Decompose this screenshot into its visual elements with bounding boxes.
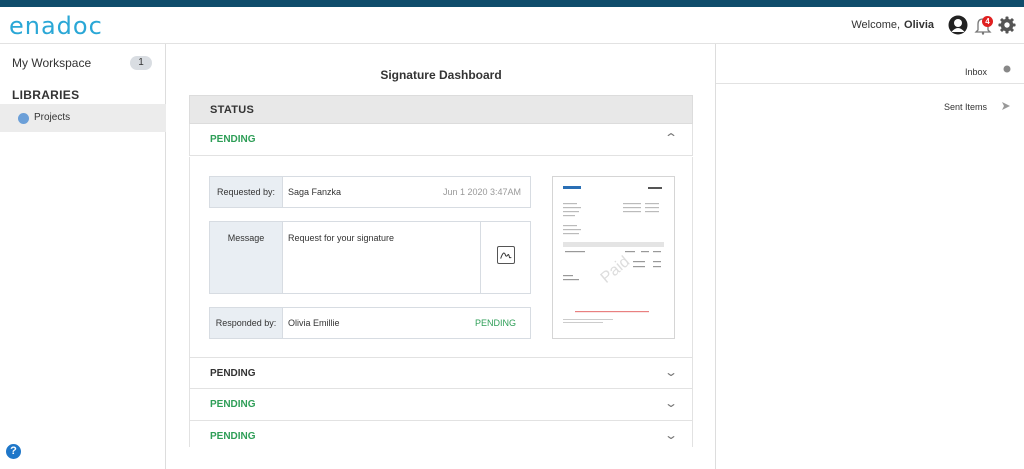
- chevron-down-icon[interactable]: ⌄: [664, 428, 678, 442]
- responded-by-label: Responded by:: [210, 308, 283, 338]
- main-content: Signature Dashboard STATUS PENDING ⌃ Req…: [167, 44, 715, 469]
- settings-gear-icon[interactable]: [998, 16, 1016, 34]
- welcome-text: Welcome, Olivia: [851, 19, 934, 31]
- app-header: enadoc Welcome, Olivia 4: [0, 7, 1024, 44]
- folder-inbox[interactable]: Inbox: [716, 51, 1024, 84]
- folder-sent-items[interactable]: Sent Items: [716, 84, 1024, 117]
- requested-by-value: Saga Fanzka: [288, 187, 342, 197]
- folder-label: Inbox: [964, 67, 987, 77]
- document-thumbnail[interactable]: Paid: [552, 176, 675, 339]
- notification-badge: 4: [982, 16, 993, 27]
- status-header: STATUS: [189, 95, 693, 124]
- status-label: PENDING: [210, 368, 256, 379]
- my-workspace-link[interactable]: My Workspace: [12, 56, 91, 70]
- library-color-dot-icon: [18, 113, 29, 124]
- requested-at-timestamp: Jun 1 2020 3:47AM: [442, 187, 521, 197]
- sidebar-item-label: Projects: [34, 112, 71, 123]
- send-arrow-icon: [1002, 102, 1010, 110]
- status-label: PENDING: [210, 134, 256, 145]
- requested-by-label: Requested by:: [210, 177, 283, 207]
- message-label: Message: [210, 222, 283, 293]
- page-title: Signature Dashboard: [380, 68, 502, 82]
- help-icon[interactable]: ?: [6, 444, 21, 459]
- status-heading: STATUS: [210, 104, 255, 116]
- responded-by-value: Olivia Emillie: [288, 318, 340, 328]
- dot-icon: [1003, 65, 1011, 73]
- requested-by-field: Requested by: Saga Fanzka Jun 1 2020 3:4…: [209, 176, 531, 208]
- chevron-up-icon[interactable]: ⌃: [664, 131, 678, 145]
- mail-folders-pane: Inbox Sent Items: [715, 44, 1024, 469]
- status-row-pending-4[interactable]: PENDING ⌄: [189, 421, 693, 447]
- libraries-heading: LIBRARIES: [12, 88, 80, 102]
- response-status-badge: PENDING: [474, 318, 516, 328]
- svg-text:Paid: Paid: [598, 253, 633, 287]
- message-value: Request for your signature: [288, 233, 395, 243]
- enadoc-logo[interactable]: enadoc: [9, 12, 103, 40]
- sidebar-item-projects[interactable]: Projects: [0, 104, 166, 132]
- message-field: Message Request for your signature: [209, 221, 531, 294]
- responded-by-field: Responded by: Olivia Emillie PENDING: [209, 307, 531, 339]
- sign-button[interactable]: [480, 222, 530, 293]
- user-name[interactable]: Olivia: [904, 19, 934, 31]
- document-preview-image: Paid: [563, 186, 664, 323]
- status-label: PENDING: [210, 431, 256, 442]
- status-row-pending-2[interactable]: PENDING ⌄: [189, 357, 693, 389]
- chevron-down-icon[interactable]: ⌄: [664, 365, 678, 379]
- status-detail-panel: Requested by: Saga Fanzka Jun 1 2020 3:4…: [189, 157, 693, 358]
- status-label: PENDING: [210, 399, 256, 410]
- sidebar: My Workspace 1 LIBRARIES Projects ?: [0, 44, 166, 469]
- user-avatar-icon[interactable]: [948, 15, 968, 35]
- folder-label: Sent Items: [943, 102, 987, 112]
- workspace-count-badge: 1: [130, 56, 152, 70]
- status-row-pending-3[interactable]: PENDING ⌄: [189, 389, 693, 421]
- top-strip: [0, 0, 1024, 7]
- chevron-down-icon[interactable]: ⌄: [664, 396, 678, 410]
- welcome-label: Welcome,: [851, 19, 901, 31]
- status-row-pending-1[interactable]: PENDING ⌃: [189, 124, 693, 156]
- signature-pen-icon: [497, 246, 515, 264]
